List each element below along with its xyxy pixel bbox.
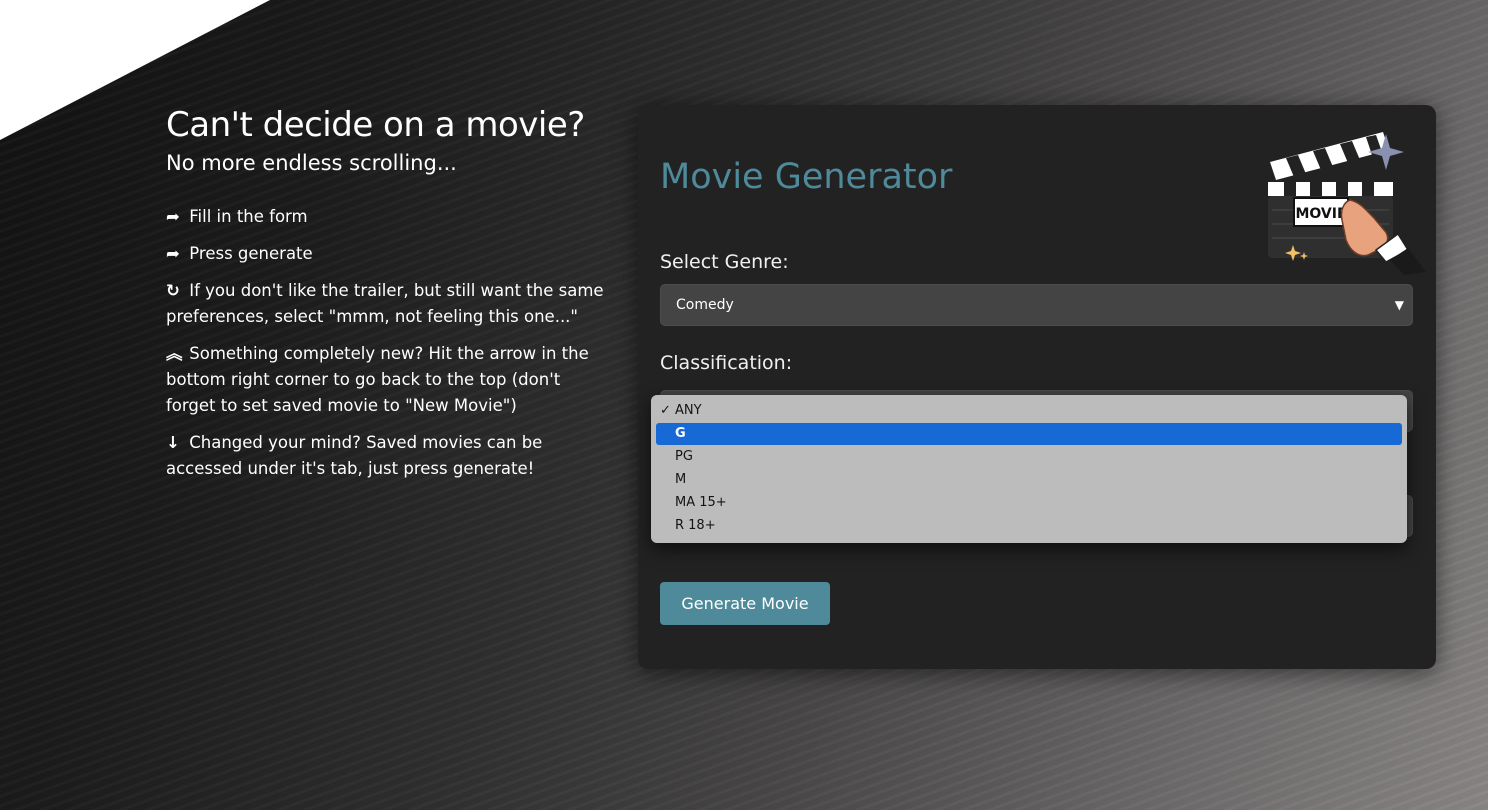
genre-select-value: Comedy	[676, 297, 734, 313]
double-chevron-up-icon: ︽	[166, 344, 183, 363]
share-arrow-icon: ➦	[166, 207, 180, 226]
instruction-step: ↻ If you don't like the trailer, but sti…	[166, 278, 606, 330]
clapperboard-icon: MOVIE	[1268, 132, 1426, 275]
instructions-list: ➦ Fill in the form ➦ Press generate ↻ If…	[166, 204, 606, 482]
redo-icon: ↻	[166, 281, 180, 300]
share-arrow-icon: ➦	[166, 244, 180, 263]
dropdown-option-any[interactable]: ✓ ANY	[656, 400, 1402, 422]
instruction-step: ➦ Fill in the form	[166, 204, 606, 230]
chevron-down-icon: ▼	[1394, 298, 1404, 312]
dropdown-option-r18[interactable]: R 18+	[656, 515, 1402, 537]
classification-label: Classification:	[660, 352, 793, 374]
instruction-text: If you don't like the trailer, but still…	[166, 281, 604, 326]
instruction-text: Fill in the form	[189, 207, 308, 226]
dropdown-option-g[interactable]: G	[656, 423, 1402, 445]
intro-subtitle: No more endless scrolling...	[166, 151, 457, 175]
movie-generator-card: Movie Generator MOVIE Select Genre: Come…	[638, 105, 1436, 669]
instruction-text: Press generate	[189, 244, 313, 263]
dropdown-option-pg[interactable]: PG	[656, 446, 1402, 468]
intro-section: Can't decide on a movie? No more endless…	[166, 100, 606, 493]
instruction-step: ↓ Changed your mind? Saved movies can be…	[166, 430, 606, 482]
intro-title: Can't decide on a movie?	[166, 105, 585, 145]
form-title: Movie Generator	[660, 157, 953, 197]
classification-dropdown-menu: ✓ ANY G PG M MA 15+ R 18+	[651, 395, 1407, 543]
arrow-down-icon: ↓	[166, 433, 180, 452]
genre-label: Select Genre:	[660, 251, 789, 273]
dropdown-option-ma15[interactable]: MA 15+	[656, 492, 1402, 514]
generate-movie-button[interactable]: Generate Movie	[660, 582, 830, 625]
dropdown-option-m[interactable]: M	[656, 469, 1402, 491]
instruction-text: Something completely new? Hit the arrow …	[166, 344, 589, 415]
instruction-text: Changed your mind? Saved movies can be a…	[166, 433, 543, 478]
instruction-step: ︽ Something completely new? Hit the arro…	[166, 341, 606, 419]
instruction-step: ➦ Press generate	[166, 241, 606, 267]
clapper-label: MOVIE	[1295, 206, 1346, 222]
checkmark-icon: ✓	[660, 403, 671, 418]
genre-select[interactable]: Comedy ▼	[660, 284, 1413, 326]
